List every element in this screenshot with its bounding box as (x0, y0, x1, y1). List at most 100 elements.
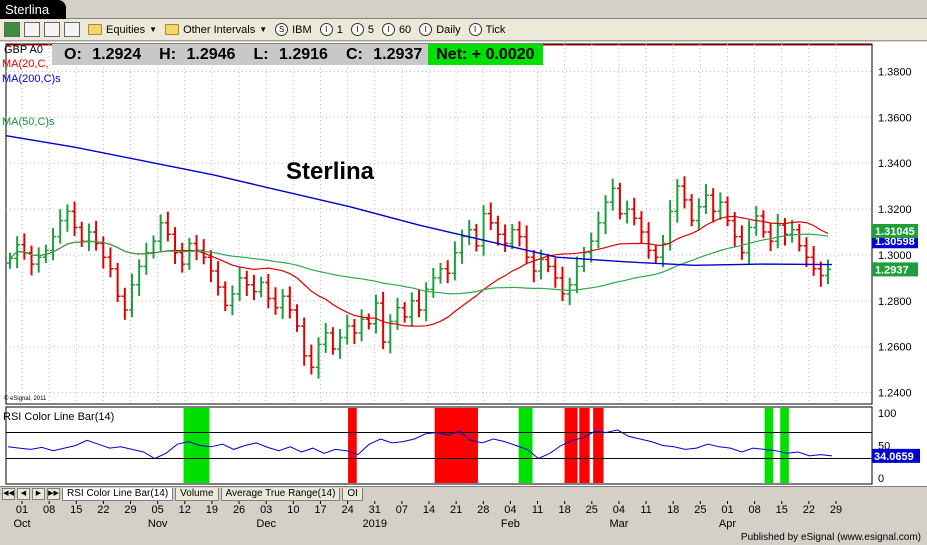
chart-annotation: Sterlina (286, 158, 375, 185)
x-day-label: 29 (124, 504, 136, 516)
toolbar-item-label: Equities (106, 23, 146, 36)
x-day-label: 14 (423, 504, 435, 516)
page-icon[interactable] (64, 22, 80, 37)
x-month-label: Oct (13, 518, 30, 530)
chart-icon[interactable] (4, 22, 20, 37)
rsi-highlight-band (183, 408, 210, 483)
open-label: O: (64, 46, 82, 63)
folder-icon (88, 24, 102, 35)
x-month-label: Dec (256, 518, 276, 530)
x-day-label: 01 (16, 504, 28, 516)
toolbar-item-1[interactable]: Other Intervals ▼ (165, 23, 267, 36)
y-tick-label: 1.3800 (878, 67, 912, 79)
copyright-note: © eSignal, 2011 (4, 396, 47, 402)
rsi-highlight-band (593, 408, 604, 483)
first-tab-icon[interactable]: ◀◀ (2, 488, 15, 500)
x-day-label: 31 (369, 504, 381, 516)
time-axis: 01 08 15 22 29 05 12 19 26 03 10 17 24 31 07 14 21 28 04 11… (0, 501, 927, 531)
rsi-highlight-band (579, 408, 590, 483)
net-change-badge: Net: + 0.0020 (428, 44, 543, 65)
y-tick-label: 1.2800 (878, 296, 912, 308)
tab-oi[interactable]: OI (342, 487, 363, 501)
x-day-label: 25 (694, 504, 706, 516)
toolbar-item-label: Daily (436, 23, 461, 36)
prev-tab-icon[interactable]: ◀ (17, 488, 30, 500)
close-value: 1.2937 (373, 46, 423, 63)
low-label: L: (253, 46, 269, 63)
time-axis-svg: 01 08 15 22 29 05 12 19 26 03 10 17 24 31 07 14 21 28 04 11… (13, 501, 842, 530)
y-tick-label: 1.2600 (878, 342, 912, 354)
ma200-label: MA(200,C)s (2, 73, 61, 85)
high-label: H: (159, 46, 177, 63)
toolbar-item-label: 60 (398, 23, 412, 36)
y-tick-label: 1.2400 (878, 388, 912, 400)
table-icon[interactable] (24, 22, 40, 37)
close-value-text: 1.2937 (875, 264, 909, 276)
toolbar-item-7[interactable]: I Tick (468, 23, 505, 36)
low-value: 1.2916 (279, 46, 328, 63)
x-day-label: 18 (559, 504, 571, 516)
tab-volume[interactable]: Volume (175, 487, 219, 501)
y-tick-label: 1.3000 (878, 250, 912, 262)
symbol-label: GBP A0 (4, 44, 43, 56)
circle-i-icon: I (468, 23, 482, 36)
rsi-tick-label: 0 (878, 473, 884, 485)
ma50-value-text: 1.31045 (875, 226, 915, 238)
toolbar-item-3[interactable]: I1 (319, 23, 343, 36)
toolbar-item-4[interactable]: I5 (350, 23, 374, 36)
x-day-label: 28 (477, 504, 489, 516)
circle-i-icon: I (419, 23, 433, 36)
x-day-label: 24 (341, 504, 353, 516)
toolbar-item-5[interactable]: I 60 (381, 23, 412, 36)
rsi-tick-label: 100 (878, 408, 896, 420)
y-tick-label: 1.3200 (878, 204, 912, 216)
x-day-label: 12 (179, 504, 191, 516)
toolbar-item-0[interactable]: Equities ▼ (88, 23, 157, 36)
x-month-label: Feb (501, 518, 520, 530)
toolbar-item-6[interactable]: I Daily (419, 23, 461, 36)
copy-icon[interactable] (44, 22, 60, 37)
chevron-down-icon: ▼ (149, 25, 158, 34)
open-value: 1.2924 (92, 46, 142, 63)
rsi-highlight-band (518, 408, 533, 483)
x-day-label: 17 (314, 504, 326, 516)
published-by: Published by eSignal (www.esignal.com) (740, 532, 921, 543)
folder-icon (165, 24, 180, 35)
x-day-label: 11 (532, 504, 543, 516)
x-day-label: 01 (721, 504, 733, 516)
price-chart[interactable]: 1.3800 1.3600 1.3400 1.3200 1.3000 1.2800 1.26… (0, 42, 927, 527)
rsi-study-label: RSI Color Line Bar(14) (3, 411, 115, 423)
x-day-label: 15 (776, 504, 788, 516)
toolbar-item-label: 1 (336, 23, 343, 36)
circle-s-icon: S (275, 23, 289, 36)
x-day-label: 08 (43, 504, 55, 516)
tab-atr[interactable]: Average True Range(14) (220, 487, 341, 501)
y-tick-label: 1.3400 (878, 158, 912, 170)
x-day-label: 10 (287, 504, 299, 516)
x-day-label: 03 (260, 504, 272, 516)
chevron-down-icon: ▼ (259, 25, 268, 34)
x-month-label: Nov (148, 518, 168, 530)
y-tick-label: 1.3600 (878, 112, 912, 124)
last-tab-icon[interactable]: ▶▶ (47, 488, 60, 500)
x-day-label: 29 (830, 504, 842, 516)
high-value: 1.2946 (186, 46, 236, 63)
net-value: + 0.0020 (471, 46, 535, 63)
next-tab-icon[interactable]: ▶ (32, 488, 45, 500)
toolbar-item-label: 5 (367, 23, 374, 36)
rsi-highlight-band (764, 408, 774, 483)
x-month-label: 2019 (362, 518, 386, 530)
x-day-label: 04 (504, 504, 516, 516)
circle-i-icon: I (381, 23, 395, 36)
ma200-value-text: 1.30598 (875, 236, 915, 248)
tab-rsi[interactable]: RSI Color Line Bar(14) (62, 487, 174, 501)
rsi-highlight-band (348, 408, 357, 483)
x-day-label: 22 (803, 504, 815, 516)
window-title-tab[interactable]: Sterlina (0, 0, 66, 19)
chart-area[interactable]: 1.3800 1.3600 1.3400 1.3200 1.3000 1.2800 1.26… (0, 42, 927, 527)
x-day-label: 15 (70, 504, 82, 516)
toolbar-item-2[interactable]: S IBM (275, 23, 312, 36)
ma20-label: MA(20,C, (2, 58, 49, 70)
rsi-highlight-band (780, 408, 789, 483)
x-day-label: 22 (97, 504, 109, 516)
